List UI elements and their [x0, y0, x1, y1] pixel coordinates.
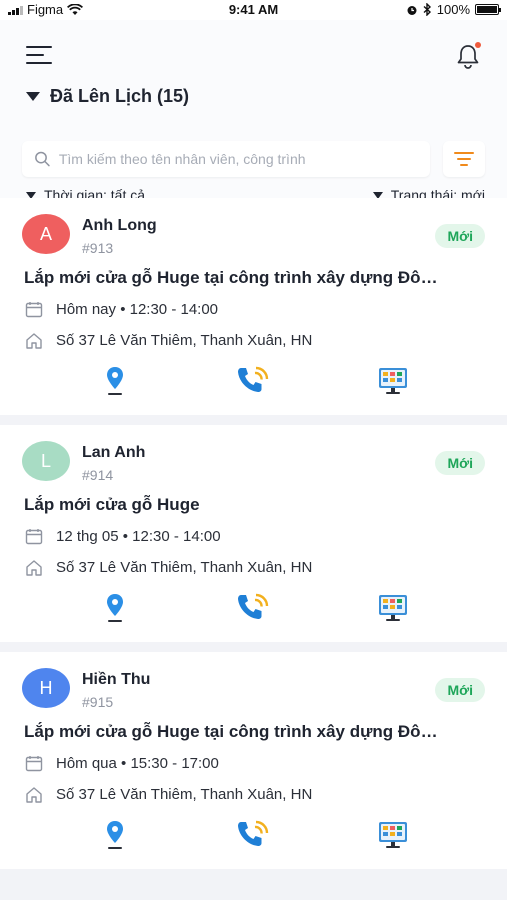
- appointment-code: #913: [82, 240, 114, 256]
- phone-call-icon: [238, 593, 269, 619]
- monitor-board-icon: [379, 822, 407, 848]
- monitor-board-icon: [379, 368, 407, 394]
- alarm-icon: [407, 5, 417, 15]
- home-icon: [24, 331, 44, 349]
- time-row: 12 thg 05 • 12:30 - 14:00: [24, 527, 221, 545]
- section-dropdown[interactable]: Đã Lên Lịch (15): [26, 86, 189, 107]
- appointment-code: #914: [82, 467, 114, 483]
- appointment-card[interactable]: H Hiền Thu #915 Mới Lắp mới cửa gỗ Huge …: [0, 652, 507, 869]
- map-pin-icon: [107, 594, 123, 622]
- employee-name: Anh Long: [82, 217, 157, 234]
- search-bar: [22, 141, 430, 177]
- map-button[interactable]: [98, 818, 132, 852]
- calendar-icon: [24, 300, 44, 318]
- employee-name: Lan Anh: [82, 444, 146, 461]
- map-button[interactable]: [98, 591, 132, 625]
- avatar: H: [22, 668, 70, 708]
- call-button[interactable]: [236, 364, 270, 398]
- hamburger-menu-icon[interactable]: [26, 46, 52, 68]
- status-badge: Mới: [435, 451, 485, 475]
- status-bar: Figma 9:41 AM 100%: [0, 0, 507, 20]
- appointment-title: Lắp mới cửa gỗ Huge tại công trình xây d…: [24, 268, 438, 287]
- status-badge: Mới: [435, 678, 485, 702]
- notification-dot: [475, 42, 481, 48]
- appointment-card[interactable]: A Anh Long #913 Mới Lắp mới cửa gỗ Huge …: [0, 198, 507, 415]
- filter-button[interactable]: [443, 141, 485, 177]
- section-title: Đã Lên Lịch (15): [50, 86, 190, 106]
- search-icon: [35, 151, 50, 167]
- battery-percent: 100%: [436, 2, 470, 17]
- map-pin-icon: [107, 821, 123, 849]
- action-bar: [0, 591, 507, 625]
- calendar-icon: [24, 527, 44, 545]
- appointment-code: #915: [82, 694, 114, 710]
- schedule-board-button[interactable]: [376, 364, 410, 398]
- appointment-card[interactable]: L Lan Anh #914 Mới Lắp mới cửa gỗ Huge 1…: [0, 425, 507, 642]
- address-row: Số 37 Lê Văn Thiêm, Thanh Xuân, HN: [24, 558, 312, 576]
- action-bar: [0, 818, 507, 852]
- action-bar: [0, 364, 507, 398]
- appointment-address: Số 37 Lê Văn Thiêm, Thanh Xuân, HN: [56, 785, 313, 803]
- caret-down-icon: [26, 92, 40, 101]
- map-pin-icon: [107, 367, 123, 395]
- time-row: Hôm nay • 12:30 - 14:00: [24, 300, 218, 318]
- home-icon: [24, 785, 44, 803]
- appointment-address: Số 37 Lê Văn Thiêm, Thanh Xuân, HN: [56, 331, 313, 349]
- search-input[interactable]: [58, 151, 418, 167]
- header: Đã Lên Lịch (15) Thời gian: tất cả Trạng…: [0, 20, 507, 205]
- appointment-time: Hôm qua • 15:30 - 17:00: [56, 754, 219, 772]
- status-badge: Mới: [435, 224, 485, 248]
- battery-icon: [475, 4, 501, 15]
- schedule-board-button[interactable]: [376, 591, 410, 625]
- phone-call-icon: [238, 366, 269, 392]
- bluetooth-icon: [423, 3, 431, 16]
- call-button[interactable]: [236, 818, 270, 852]
- avatar: L: [22, 441, 70, 481]
- call-button[interactable]: [236, 591, 270, 625]
- schedule-board-button[interactable]: [376, 818, 410, 852]
- employee-name: Hiền Thu: [82, 671, 151, 688]
- notification-button[interactable]: [455, 42, 483, 70]
- avatar: A: [22, 214, 70, 254]
- appointment-title: Lắp mới cửa gỗ Huge tại công trình xây d…: [24, 722, 438, 741]
- map-button[interactable]: [98, 364, 132, 398]
- time-row: Hôm qua • 15:30 - 17:00: [24, 754, 219, 772]
- monitor-board-icon: [379, 595, 407, 621]
- appointment-list: A Anh Long #913 Mới Lắp mới cửa gỗ Huge …: [0, 198, 507, 879]
- appointment-time: Hôm nay • 12:30 - 14:00: [56, 300, 219, 318]
- address-row: Số 37 Lê Văn Thiêm, Thanh Xuân, HN: [24, 785, 312, 803]
- appointment-title: Lắp mới cửa gỗ Huge: [24, 495, 200, 514]
- phone-call-icon: [238, 820, 269, 846]
- address-row: Số 37 Lê Văn Thiêm, Thanh Xuân, HN: [24, 331, 312, 349]
- calendar-icon: [24, 754, 44, 772]
- home-icon: [24, 558, 44, 576]
- appointment-address: Số 37 Lê Văn Thiêm, Thanh Xuân, HN: [56, 558, 313, 576]
- appointment-time: 12 thg 05 • 12:30 - 14:00: [56, 527, 221, 545]
